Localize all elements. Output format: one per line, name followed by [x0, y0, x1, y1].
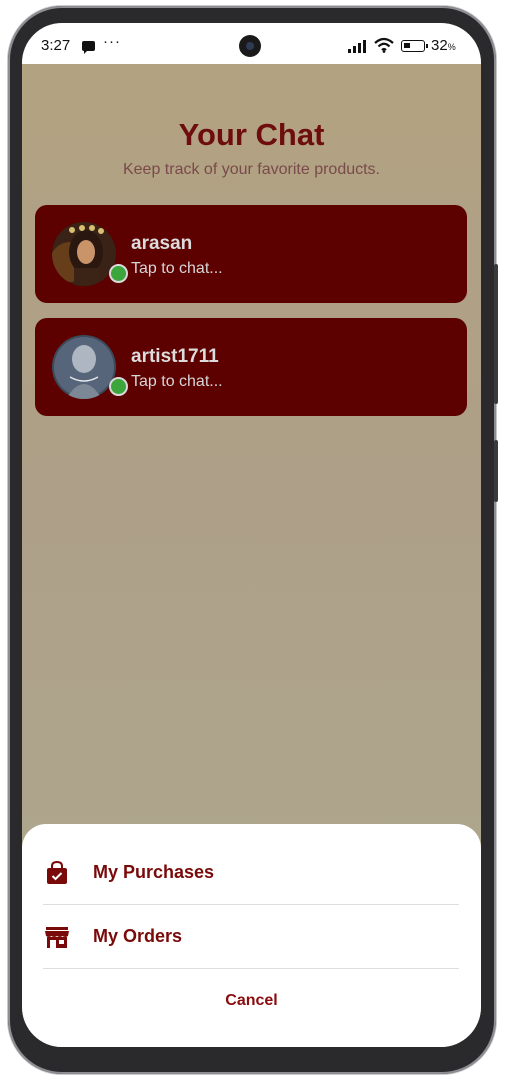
- chat-preview: Tap to chat...: [131, 373, 223, 390]
- avatar: [52, 222, 116, 286]
- wifi-icon: [374, 37, 394, 53]
- chat-name: arasan: [131, 233, 193, 254]
- message-icon: [82, 41, 95, 54]
- battery-icon: [401, 40, 428, 52]
- chat-name: artist1711: [131, 346, 219, 367]
- avatar: [52, 335, 116, 399]
- page-subtitle: Keep track of your favorite products.: [122, 161, 380, 178]
- chat-item[interactable]: artist1711 Tap to chat...: [35, 318, 467, 416]
- front-camera: [239, 35, 261, 57]
- divider: [43, 904, 459, 905]
- my-purchases-button[interactable]: My Purchases: [22, 842, 481, 904]
- power-button: [494, 264, 498, 404]
- online-status-dot: [109, 264, 128, 283]
- online-status-dot: [109, 377, 128, 396]
- my-orders-button[interactable]: My Orders: [22, 906, 481, 968]
- store-icon: [45, 927, 69, 948]
- status-bar: 3:27 ··· 32%: [22, 23, 481, 64]
- signal-icon: [348, 39, 370, 53]
- cancel-button[interactable]: Cancel: [22, 992, 481, 1010]
- my-purchases-label: My Purchases: [93, 862, 215, 882]
- page-title: Your Chat: [178, 117, 325, 152]
- volume-button: [494, 440, 498, 502]
- shopping-bag-icon: [47, 860, 67, 884]
- divider: [43, 968, 459, 969]
- screen: 3:27 ··· 32% Your Chat Keep track of you…: [22, 23, 481, 1047]
- my-orders-label: My Orders: [93, 926, 183, 946]
- bottom-sheet: My Purchases My Orders Cancel: [22, 824, 481, 1047]
- status-time: 3:27: [41, 37, 71, 54]
- chat-item[interactable]: arasan Tap to chat...: [35, 205, 467, 303]
- chat-preview: Tap to chat...: [131, 260, 223, 277]
- battery-percent: 32%: [431, 37, 456, 54]
- more-notifications: ···: [103, 33, 121, 50]
